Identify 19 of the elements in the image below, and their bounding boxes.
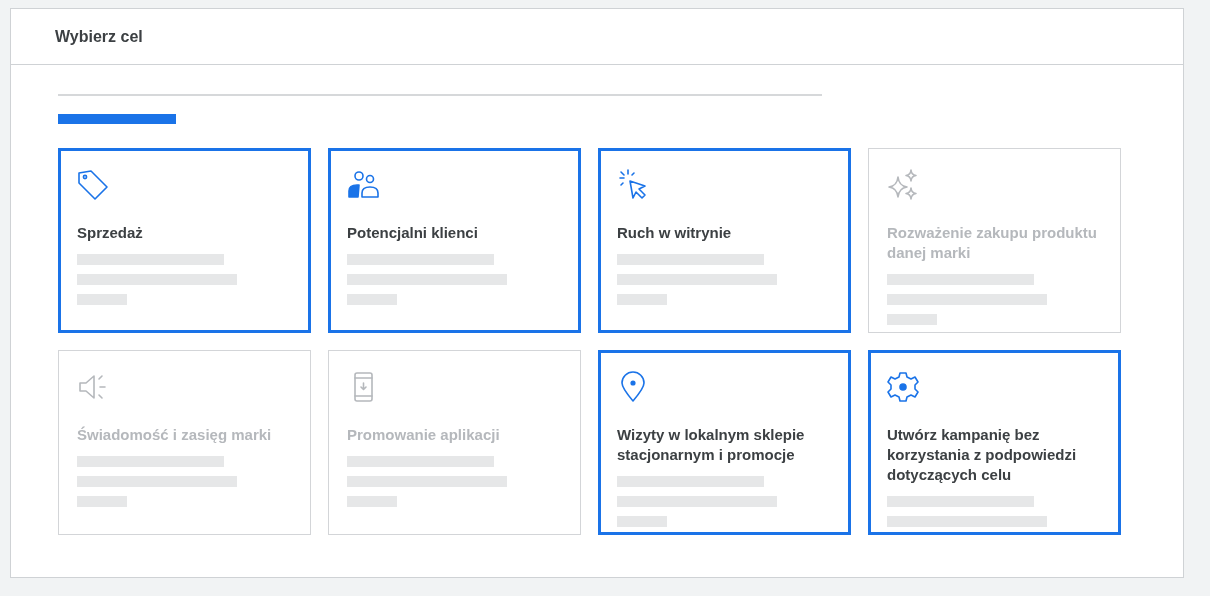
goal-title: Potencjalni klienci [347,223,479,243]
goal-card[interactable]: Ruch w witrynie [598,148,851,333]
tag-icon [77,169,109,201]
goal-title: Sprzedaż [77,223,144,243]
people-icon [347,169,379,201]
goal-title: Utwórz kampanię bez korzystania z podpowiedzi dotyczących celu [887,425,1078,485]
goal-card[interactable]: Wizyty w lokalnym sklepie stacjonarnym i promocje [598,350,851,535]
panel-title: Wybierz cel [55,27,143,46]
goal-card[interactable]: Sprzedaż [58,148,311,333]
sparkles-icon [887,169,919,201]
goal-card[interactable]: Potencjalni klienci [328,148,581,333]
goal-title: Ruch w witrynie [617,223,733,243]
goal-title: Świadomość i zasięg marki [77,425,273,445]
goal-title: Wizyty w lokalnym sklepie stacjonarnym i promocje [617,425,806,465]
goal-title: Rozważenie zakupu produktu danej marki [887,223,1098,263]
settings-icon [887,371,919,403]
goal-title: Promowanie aplikacji [347,425,501,445]
goal-card[interactable]: Utwórz kampanię bez korzystania z podpowiedzi dotyczących celu [868,350,1121,535]
cursor-click-icon [617,169,649,201]
